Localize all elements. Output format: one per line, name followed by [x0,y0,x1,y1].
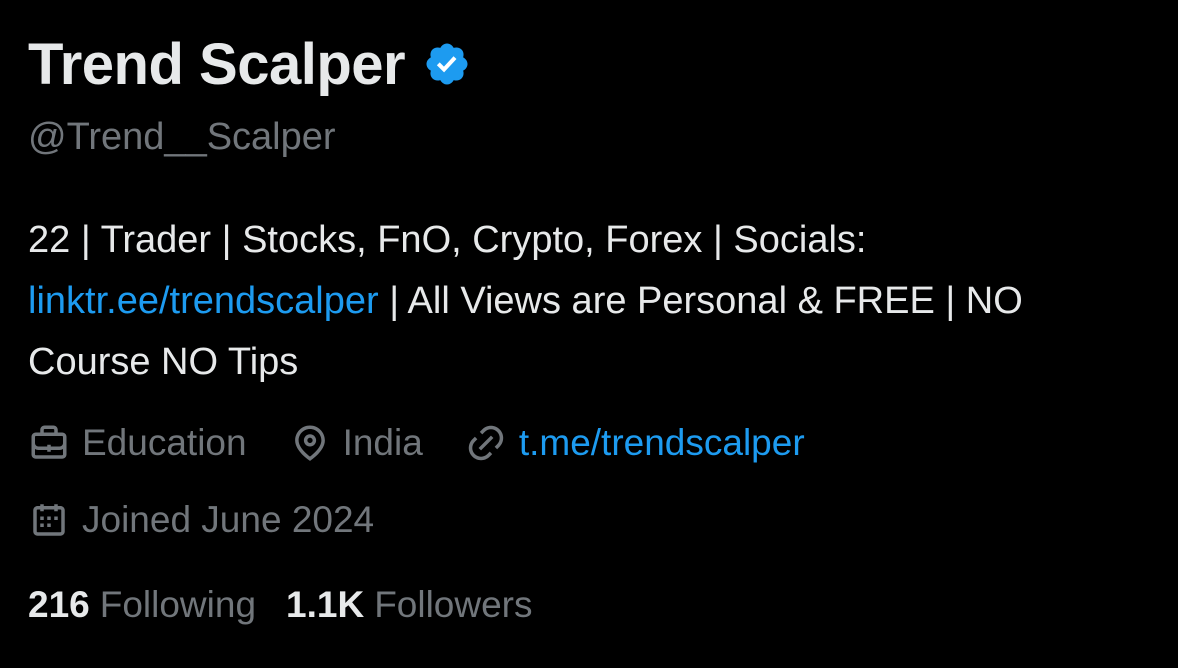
website-item[interactable]: t.me/trendscalper [465,422,805,464]
location-pin-icon [294,425,325,461]
category-item: Education [28,422,247,464]
follow-stats: 216 Following 1.1K Followers [28,580,563,630]
verified-badge-icon[interactable] [423,40,471,88]
profile-handle: @Trend__Scalper [28,116,336,158]
link-icon [468,425,504,461]
calendar-icon [33,504,65,536]
following-count: 216 [28,584,90,625]
profile-meta-row: Education India t.me/trendscalper [28,418,847,468]
bio-text-1: 22 | Trader | Stocks, FnO, Crypto, Forex… [28,219,867,261]
following-label: Following [99,584,257,625]
joined-item: Joined June 2024 [28,499,374,541]
profile-bio: 22 | Trader | Stocks, FnO, Crypto, Forex… [28,210,1148,393]
followers-count: 1.1K [286,584,365,625]
website-link[interactable]: t.me/trendscalper [519,422,805,464]
followers-stat[interactable]: 1.1K Followers [286,584,532,626]
followers-label: Followers [374,584,533,625]
location-label: India [342,422,423,463]
bio-link[interactable]: linktr.ee/trendscalper [28,280,379,322]
location-item: India [289,422,423,464]
joined-row: Joined June 2024 [28,495,416,545]
joined-label: Joined June 2024 [82,499,375,540]
name-row: Trend Scalper [28,30,471,100]
category-label: Education [82,422,247,463]
briefcase-icon [31,425,67,459]
following-stat[interactable]: 216 Following [28,584,256,626]
display-name: Trend Scalper [28,32,406,97]
